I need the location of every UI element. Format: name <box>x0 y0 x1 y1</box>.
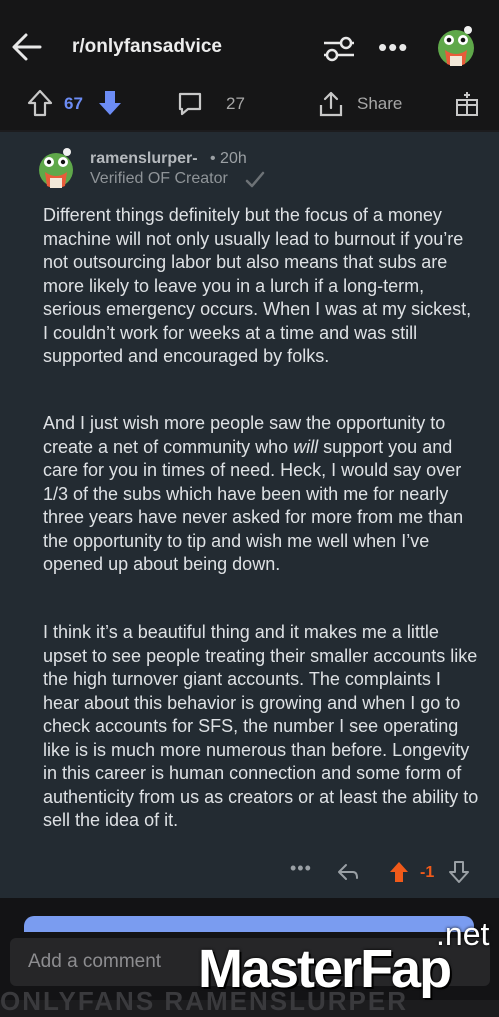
subreddit-title[interactable]: r/onlyfansadvice <box>72 36 222 58</box>
back-arrow-icon[interactable] <box>10 30 44 64</box>
post-actions-bar: 67 27 Share <box>0 80 499 130</box>
verified-check-icon <box>245 171 265 188</box>
downvote-icon[interactable] <box>96 88 124 118</box>
award-gift-icon[interactable] <box>454 90 480 118</box>
author-avatar[interactable] <box>37 146 75 192</box>
comment-card: ramenslurper- • 20h Verified OF Creator … <box>0 132 499 898</box>
comment-paragraph-3: I think it’s a beautiful thing and it ma… <box>43 622 479 830</box>
filter-sliders-icon[interactable] <box>322 34 356 64</box>
comment-actions-bar: ••• -1 <box>0 856 499 892</box>
user-avatar[interactable] <box>436 24 476 70</box>
share-icon[interactable] <box>318 90 344 118</box>
comment-upvote-icon[interactable] <box>388 860 410 884</box>
watermark-brand: MasterFap <box>198 939 452 999</box>
post-comment-count: 27 <box>226 94 245 113</box>
post-vote-count: 67 <box>64 94 83 113</box>
p2-text-after: support you and care for you in times of… <box>43 436 464 575</box>
comment-downvote-icon[interactable] <box>448 860 470 884</box>
reply-icon[interactable] <box>336 860 360 884</box>
share-button[interactable]: Share <box>357 94 402 114</box>
comment-paragraph-2: And I just wish more people saw the oppo… <box>43 412 481 577</box>
comment-paragraph-1: Different things definitely but the focu… <box>43 205 472 366</box>
comment-author[interactable]: ramenslurper- <box>90 150 198 168</box>
upvote-icon[interactable] <box>26 88 54 118</box>
comment-input-placeholder: Add a comment <box>28 951 162 972</box>
more-options-icon[interactable]: ••• <box>378 32 408 63</box>
comment-more-icon[interactable]: ••• <box>290 858 312 879</box>
comment-bubble-icon[interactable] <box>176 90 204 118</box>
top-bar: r/onlyfansadvice ••• <box>0 0 499 90</box>
author-flair: Verified OF Creator <box>90 170 228 187</box>
comment-timestamp: • 20h <box>210 150 247 167</box>
p2-emphasis: will <box>293 436 319 457</box>
comment-score: -1 <box>420 864 435 881</box>
watermark-logo: .net MasterFap <box>194 918 499 1000</box>
